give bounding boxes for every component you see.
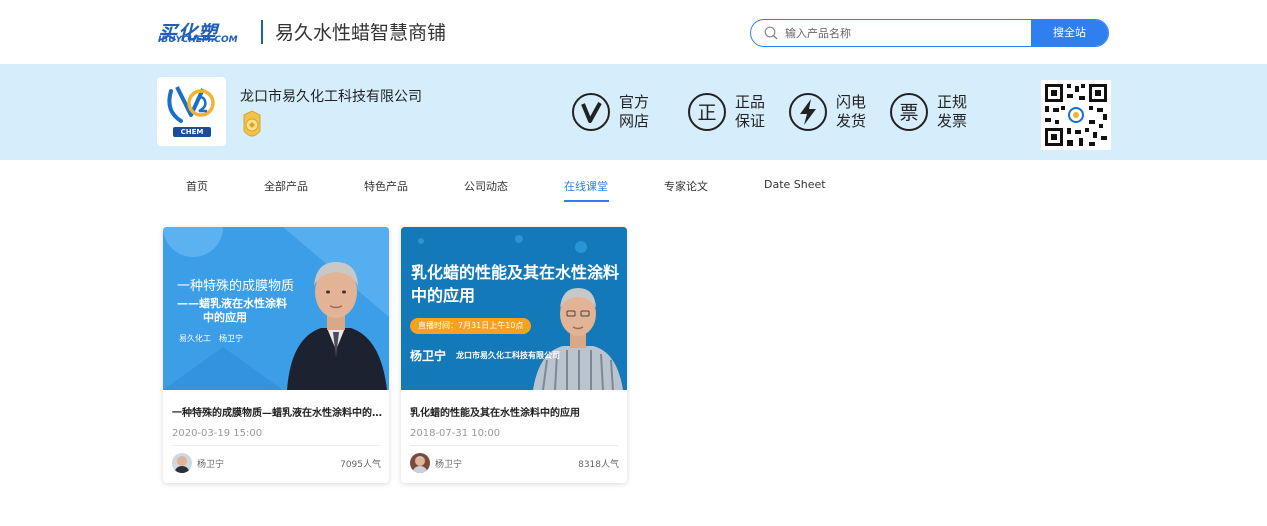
lightning-icon — [789, 93, 827, 131]
thumb-speaker-name: 杨卫宁 — [410, 349, 447, 363]
feature-line1: 正品 — [735, 93, 766, 111]
course-views: 8318人气 — [578, 460, 619, 470]
feature-line2: 网店 — [619, 112, 650, 130]
invoice-icon-glyph: 票 — [899, 102, 918, 124]
course-title[interactable]: 乳化蜡的性能及其在水性涂料中的应用 — [410, 404, 620, 419]
nav-date-sheet[interactable]: Date Sheet — [764, 178, 826, 191]
card-divider — [172, 445, 380, 446]
course-title[interactable]: 一种特殊的成膜物质—蜡乳液在水性涂料中的应用 — [172, 404, 382, 419]
course-card[interactable]: 一种特殊的成膜物质 ——蜡乳液在水性涂料 中的应用 易久化工 杨卫宁 一种特殊的… — [163, 227, 389, 483]
nav-expert-papers[interactable]: 专家论文 — [664, 178, 708, 194]
company-name: 龙口市易久化工科技有限公司 — [240, 89, 422, 105]
nav-active-indicator — [564, 200, 609, 202]
course-card[interactable]: 乳化蜡的性能及其在水性涂料中的应用 直播时间：7月31日上午10点 杨卫宁 龙口… — [401, 227, 627, 483]
shop-nav: 首页 全部产品 特色产品 公司动态 在线课堂 专家论文 Date Sheet — [0, 160, 1267, 208]
company-logo: CHEM — [157, 77, 226, 146]
shop-name: 易久水性蜡智慧商铺 — [275, 22, 447, 44]
qr-code-icon[interactable] — [1041, 80, 1111, 150]
logo-sub-text: IBUYCHEM.COM — [158, 35, 238, 45]
thumb-live-time: 直播时间：7月31日上午10点 — [410, 318, 532, 334]
search-bar: 搜全站 — [750, 19, 1109, 47]
nav-featured-products[interactable]: 特色产品 — [364, 178, 408, 194]
thumb-title-line1: 一种特殊的成膜物质 — [177, 279, 295, 294]
invoice-icon: 票 — [890, 93, 928, 131]
thumb-title-line3: 中的应用 — [203, 311, 247, 324]
feature-line2: 发票 — [937, 112, 968, 130]
speaker-photo — [533, 288, 623, 390]
card-divider — [410, 445, 618, 446]
avatar — [410, 453, 430, 473]
genuine-icon: 正 — [688, 93, 726, 131]
course-thumbnail: 乳化蜡的性能及其在水性涂料中的应用 直播时间：7月31日上午10点 杨卫宁 龙口… — [401, 227, 627, 390]
avatar — [172, 453, 192, 473]
feature-line2: 保证 — [735, 112, 766, 130]
gold-medal-icon — [243, 110, 261, 137]
thumb-meta: 易久化工 杨卫宁 — [179, 334, 243, 343]
header-divider — [261, 20, 263, 44]
course-date: 2020-03-19 15:00 — [172, 428, 263, 439]
speaker-photo — [287, 262, 387, 390]
course-thumbnail: 一种特殊的成膜物质 ——蜡乳液在水性涂料 中的应用 易久化工 杨卫宁 — [163, 227, 389, 390]
feature-line1: 闪电 — [836, 93, 867, 111]
v-check-icon — [572, 93, 610, 131]
search-button[interactable]: 搜全站 — [1031, 20, 1108, 46]
top-header: 买化塑 IBUYCHEM.COM 易久水性蜡智慧商铺 搜全站 — [0, 0, 1267, 64]
company-logo-mark-icon — [167, 86, 215, 123]
nav-company-news[interactable]: 公司动态 — [464, 178, 508, 194]
search-input[interactable] — [785, 23, 1025, 43]
nav-online-classroom[interactable]: 在线课堂 — [564, 178, 608, 194]
genuine-icon-glyph: 正 — [697, 102, 716, 124]
course-views: 7095人气 — [340, 460, 381, 470]
feature-line2: 发货 — [836, 112, 867, 130]
nav-all-products[interactable]: 全部产品 — [264, 178, 308, 194]
thumb-speaker-org: 龙口市易久化工科技有限公司 — [456, 351, 560, 360]
feature-line1: 正规 — [937, 93, 968, 111]
nav-home[interactable]: 首页 — [186, 178, 208, 194]
course-author: 杨卫宁 — [435, 460, 463, 470]
company-logo-text: CHEM — [173, 127, 211, 137]
feature-line1: 官方 — [619, 93, 650, 111]
course-date: 2018-07-31 10:00 — [410, 428, 501, 439]
course-author: 杨卫宁 — [197, 460, 225, 470]
search-icon — [764, 26, 778, 40]
site-logo[interactable]: 买化塑 IBUYCHEM.COM — [158, 18, 253, 46]
company-banner: CHEM 龙口市易久化工科技有限公司 官方 网店 正 正品 保证 闪电 发货 票 正规… — [0, 64, 1267, 160]
